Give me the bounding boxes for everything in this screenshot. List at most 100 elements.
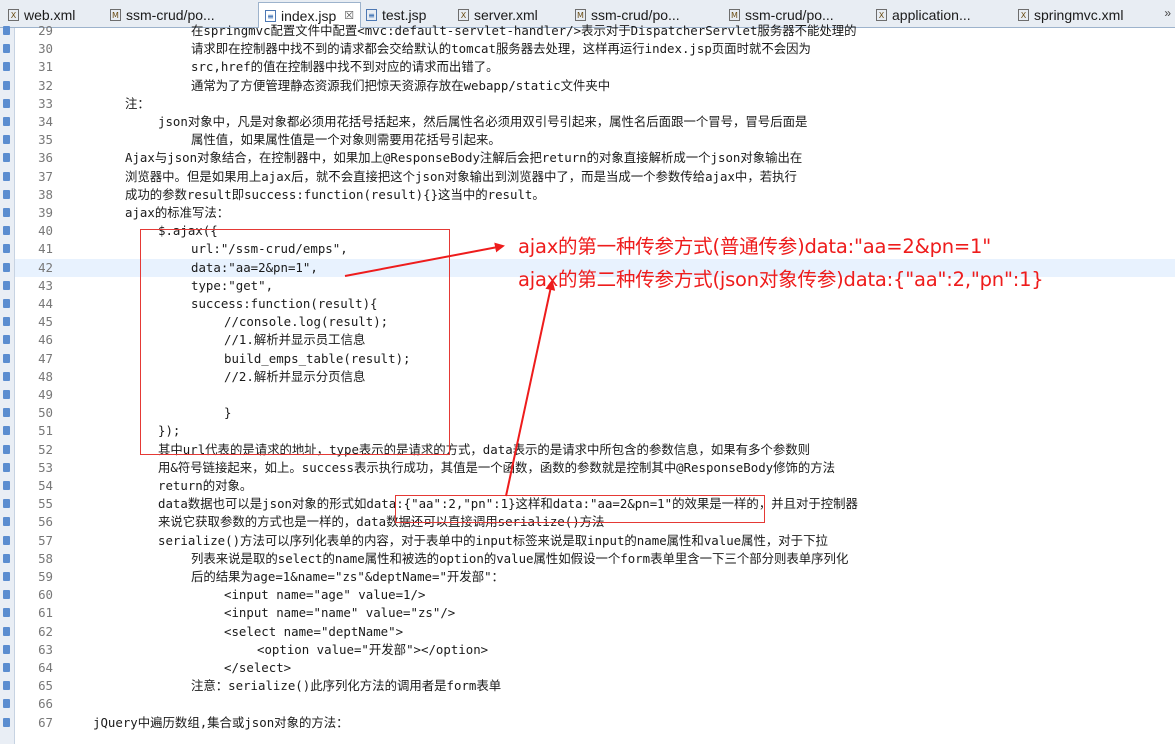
code-line[interactable]: 59 后的结果为age=1&name="zs"&deptName="开发部"： [15, 568, 1175, 586]
code-text: jQuery中遍历数组,集合或json对象的方法： [93, 714, 349, 730]
code-text: 成功的参数result即success:function(result){}这当… [125, 186, 545, 202]
annotation-marker [3, 590, 10, 600]
line-number: 45 [38, 314, 53, 330]
annotation-marker [3, 299, 10, 308]
annotation-marker [3, 408, 10, 418]
line-number: 43 [38, 277, 53, 293]
code-line[interactable]: 58 列表来说是取的select的name属性和被选的option的value属性… [15, 550, 1175, 568]
code-text: ajax的标准写法： [125, 205, 230, 220]
code-text: <option value="开发部"></option> [257, 641, 489, 657]
annotation-marker [3, 62, 10, 72]
jsp-file-icon: ≡ [366, 9, 377, 21]
line-number: 67 [38, 714, 53, 730]
annotation-marker [3, 26, 10, 35]
code-line[interactable]: 38 成功的参数result即success:function(result){}… [15, 186, 1175, 204]
line-number: 49 [38, 387, 53, 402]
code-line[interactable]: 63 <option value="开发部"></option> [15, 641, 1175, 659]
line-number: 51 [38, 423, 53, 439]
code-line[interactable]: 37 浏览器中。但是如果用上ajax后，就不会直接把这个json对象输出到浏览器中… [15, 168, 1175, 186]
maven-pom-icon: M [729, 9, 740, 21]
annotation-marker [3, 335, 10, 345]
code-text: 通常为了方便管理静态资源我们把惊天资源存放在webapp/static文件夹中 [191, 77, 611, 93]
code-text: serialize()方法可以序列化表单的内容，对于表单中的input标签来说是… [158, 532, 828, 548]
data-json-highlight-box [395, 495, 765, 523]
tab-label: ssm-crud/po... [591, 7, 680, 23]
code-text: <select name="deptName"> [224, 623, 404, 639]
code-line[interactable]: 60 <input name="age" value=1/> [15, 586, 1175, 604]
line-number: 32 [38, 77, 53, 93]
annotation-marker [3, 717, 10, 727]
code-text: Ajax与json对象结合，在控制器中，如果加上@ResponseBody注解后… [125, 150, 803, 166]
annotation-first-method: ajax的第一种传参方式(普通传参)data:"aa=2&pn=1" [518, 235, 992, 258]
code-line[interactable]: 57 serialize()方法可以序列化表单的内容，对于表单中的input标签来… [15, 532, 1175, 550]
code-text: json对象中，凡是对象都必须用花括号括起来，然后属性名必须用双引号引起来，属性… [158, 114, 808, 129]
code-line[interactable]: 31 src,href的值在控制器中找不到对应的请求而出错了。 [15, 58, 1175, 76]
code-line[interactable]: 64 </select> [15, 659, 1175, 677]
line-number: 57 [38, 532, 53, 548]
code-line[interactable]: 39 ajax的标准写法： [15, 204, 1175, 222]
code-line[interactable]: 33 注： [15, 95, 1175, 113]
close-tab-icon[interactable]: ☒ [344, 9, 354, 22]
line-number: 59 [38, 569, 53, 584]
code-text: <input name="name" value="zs"/> [224, 605, 456, 621]
code-line[interactable]: 67 jQuery中遍历数组,集合或json对象的方法： [15, 714, 1175, 732]
code-line[interactable]: 53 用&符号链接起来，如上。success表示执行成功，其值是一个函数，函数的参… [15, 459, 1175, 477]
annotation-marker [3, 517, 10, 527]
tab-label: web.xml [24, 7, 76, 23]
tab-overflow-icon[interactable]: » [1164, 6, 1171, 20]
line-number: 56 [38, 514, 53, 530]
line-number: 54 [38, 478, 53, 493]
annotation-marker [3, 572, 10, 581]
annotation-marker [3, 608, 10, 618]
annotation-marker [3, 153, 10, 163]
line-number: 48 [38, 368, 53, 384]
annotation-marker [3, 663, 10, 672]
line-number: 40 [38, 223, 53, 239]
code-text: <input name="age" value=1/> [224, 587, 426, 603]
code-text: 后的结果为age=1&name="zs"&deptName="开发部"： [191, 569, 504, 584]
code-line[interactable]: 34 json对象中，凡是对象都必须用花括号括起来，然后属性名必须用双引号引起来，… [15, 113, 1175, 131]
annotation-marker [3, 481, 10, 490]
code-text: 列表来说是取的select的name属性和被选的option的value属性如假… [191, 550, 849, 566]
code-line[interactable]: 66 [15, 695, 1175, 713]
code-text: 属性值，如果属性值是一个对象则需要用花括号引起来。 [191, 132, 501, 148]
annotation-marker [3, 426, 10, 436]
tab-label: application... [892, 7, 971, 23]
xml-file-icon: X [1018, 9, 1029, 21]
annotation-marker [3, 98, 10, 108]
annotation-marker [3, 462, 10, 472]
annotation-marker [3, 681, 10, 691]
maven-pom-icon: M [110, 9, 121, 21]
xml-file-icon: X [458, 9, 469, 21]
annotation-marker [3, 262, 10, 272]
code-line[interactable]: 36 Ajax与json对象结合，在控制器中，如果加上@ResponseBody注… [15, 149, 1175, 167]
code-line[interactable]: 32 通常为了方便管理静态资源我们把惊天资源存放在webapp/static文件夹… [15, 77, 1175, 95]
annotation-marker [3, 444, 10, 454]
jsp-file-icon: ≡ [265, 9, 276, 22]
code-line[interactable]: 65 注意：serialize()此序列化方法的调用者是form表单 [15, 677, 1175, 695]
code-text: return的对象。 [158, 478, 253, 493]
editor-left-ruler [0, 26, 15, 744]
code-line[interactable]: 62 <select name="deptName"> [15, 623, 1175, 641]
code-line[interactable]: 54 return的对象。 [15, 477, 1175, 495]
xml-file-icon: X [8, 9, 19, 21]
line-number: 30 [38, 41, 53, 57]
line-number: 34 [38, 114, 53, 129]
annotation-marker [3, 390, 10, 399]
code-line[interactable]: 35 属性值，如果属性值是一个对象则需要用花括号引起来。 [15, 131, 1175, 149]
tab-label: test.jsp [382, 7, 427, 23]
line-number: 31 [38, 59, 53, 75]
code-line[interactable]: 61 <input name="name" value="zs"/> [15, 604, 1175, 622]
code-line[interactable]: 30 请求即在控制器中找不到的请求都会交给默认的tomcat服务器去处理，这样再运… [15, 40, 1175, 58]
line-number: 46 [38, 332, 53, 348]
code-text: src,href的值在控制器中找不到对应的请求而出错了。 [191, 59, 499, 75]
code-text: 注意：serialize()此序列化方法的调用者是form表单 [191, 678, 502, 694]
code-text: 请求即在控制器中找不到的请求都会交给默认的tomcat服务器去处理，这样再运行i… [191, 41, 811, 57]
code-line[interactable]: 29 在springmvc配置文件中配置<mvc:default-servlet-… [15, 22, 1175, 40]
line-number: 47 [38, 350, 53, 366]
code-text: 注： [125, 95, 150, 111]
line-number: 29 [38, 23, 53, 38]
line-number: 33 [38, 95, 53, 111]
tab-label: ssm-crud/po... [126, 7, 215, 23]
tab-label: springmvc.xml [1034, 7, 1124, 23]
